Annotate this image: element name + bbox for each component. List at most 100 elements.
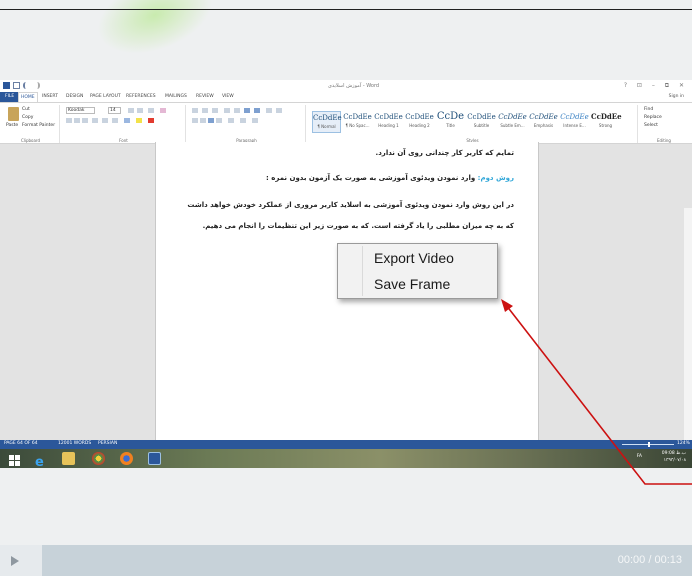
doc-line-4: که به چه میزان مطلبی را یاد گرفته است. ک… xyxy=(202,222,514,230)
text-effects-icon[interactable] xyxy=(124,118,130,123)
shrink-font-icon[interactable] xyxy=(137,108,143,113)
rtl-icon[interactable] xyxy=(254,108,260,113)
align-left-icon[interactable] xyxy=(192,118,198,123)
paste-button[interactable]: Paste xyxy=(6,123,18,128)
line-spacing-icon[interactable] xyxy=(228,118,234,123)
style-name: Emphasis xyxy=(533,123,554,128)
video-context-menu: Export Video Save Frame xyxy=(337,243,498,299)
increase-indent-icon[interactable] xyxy=(234,108,240,113)
style-title[interactable]: CcDe Title xyxy=(436,111,465,133)
save-icon[interactable] xyxy=(13,82,20,89)
windows-start-icon[interactable] xyxy=(8,452,21,466)
pilcrow-icon[interactable] xyxy=(276,108,282,113)
find-button[interactable]: Find xyxy=(644,107,653,112)
style-sample: CcDdEe xyxy=(343,113,372,121)
change-case-icon[interactable] xyxy=(148,108,154,113)
tab-page-layout[interactable]: PAGE LAYOUT xyxy=(88,92,123,102)
superscript-icon[interactable] xyxy=(112,118,118,123)
firefox-icon[interactable] xyxy=(120,452,133,465)
font-color-icon[interactable] xyxy=(148,118,154,123)
tray-time[interactable]: 09:08 ب.ظ xyxy=(662,451,686,456)
zoom-level[interactable]: 124% xyxy=(677,441,690,446)
tab-home[interactable]: HOME xyxy=(18,92,38,102)
grow-font-icon[interactable] xyxy=(128,108,134,113)
bullets-icon[interactable] xyxy=(192,108,198,113)
style-normal[interactable]: CcDdEe ¶ Normal xyxy=(312,111,342,133)
align-right-icon[interactable] xyxy=(208,118,214,123)
zoom-slider-thumb[interactable] xyxy=(648,442,650,447)
tab-file[interactable]: FILE xyxy=(0,92,20,102)
play-icon xyxy=(11,556,19,566)
strikethrough-icon[interactable] xyxy=(92,118,98,123)
font-name-select[interactable]: Koodak xyxy=(66,107,96,114)
file-explorer-icon[interactable] xyxy=(62,452,75,465)
chrome-icon[interactable] xyxy=(92,452,105,465)
internet-explorer-icon[interactable]: e xyxy=(34,452,47,468)
menu-item-save-frame[interactable]: Save Frame xyxy=(374,276,450,292)
cut-button[interactable]: Cut xyxy=(22,107,30,112)
numbering-icon[interactable] xyxy=(202,108,208,113)
tab-view[interactable]: VIEW xyxy=(220,92,236,102)
borders-icon[interactable] xyxy=(252,118,258,123)
redo-icon[interactable] xyxy=(33,82,40,89)
tab-review[interactable]: REVIEW xyxy=(194,92,216,102)
style-heading-1[interactable]: CcDdEe Heading 1 xyxy=(374,111,403,133)
decrease-indent-icon[interactable] xyxy=(224,108,230,113)
style-sample: CcDdEe xyxy=(498,113,527,121)
style-heading-2[interactable]: CcDdEe Heading 2 xyxy=(405,111,434,133)
windows-taskbar: e FA 09:08 ب.ظ ۱۳۹۳/۰۷/۰۸ xyxy=(0,449,692,468)
menu-item-export-video[interactable]: Export Video xyxy=(374,250,454,266)
ltr-icon[interactable] xyxy=(244,108,250,113)
align-center-icon[interactable] xyxy=(200,118,206,123)
tab-references[interactable]: REFERENCES xyxy=(124,92,158,102)
style-sample: CcDdEe xyxy=(529,113,558,121)
menu-icon-column-divider xyxy=(362,246,363,296)
play-button[interactable] xyxy=(0,545,42,576)
highlight-color-icon[interactable] xyxy=(136,118,142,123)
tray-date[interactable]: ۱۳۹۳/۰۷/۰۸ xyxy=(664,458,686,463)
style-emphasis[interactable]: CcDdEe Emphasis xyxy=(529,111,558,133)
font-size-select[interactable]: 14 xyxy=(108,107,121,114)
paste-icon[interactable] xyxy=(8,107,19,121)
style-subtle-emphasis[interactable]: CcDdEe Subtle Em... xyxy=(498,111,527,133)
style-no-spacing[interactable]: CcDdEe ¶ No Spac... xyxy=(343,111,372,133)
shading-icon[interactable] xyxy=(240,118,246,123)
tray-language[interactable]: FA xyxy=(637,454,642,459)
bold-icon[interactable] xyxy=(66,118,72,123)
multilevel-list-icon[interactable] xyxy=(212,108,218,113)
select-button[interactable]: Select xyxy=(644,123,658,128)
status-page[interactable]: PAGE 64 OF 64 xyxy=(4,441,38,446)
ribbon: Paste Cut Copy Format Painter Clipboard … xyxy=(0,102,692,144)
status-words[interactable]: 12001 WORDS xyxy=(58,441,91,446)
window-controls[interactable]: ? ⊡ – ⧉ ✕ xyxy=(624,82,688,90)
top-divider xyxy=(0,9,692,10)
copy-button[interactable]: Copy xyxy=(22,115,33,120)
style-strong[interactable]: CcDdEe Strong xyxy=(591,111,622,133)
style-subtitle[interactable]: CcDdEe Subtitle xyxy=(467,111,496,133)
replace-button[interactable]: Replace xyxy=(644,115,662,120)
vertical-scrollbar[interactable] xyxy=(684,208,692,468)
format-painter-button[interactable]: Format Painter xyxy=(22,123,55,128)
sign-in-link[interactable]: Sign in xyxy=(669,92,684,102)
word-logo-icon xyxy=(3,82,10,89)
justify-icon[interactable] xyxy=(216,118,222,123)
tab-mailings[interactable]: MAILINGS xyxy=(163,92,189,102)
video-timeline[interactable]: 00:00 / 00:13 xyxy=(42,545,692,576)
doc-line-3: در این روش وارد نمودن ویدئوی آموزشی به ا… xyxy=(187,201,514,209)
status-bar: PAGE 64 OF 64 12001 WORDS PERSIAN 124% xyxy=(0,440,692,449)
style-name: Subtle Em... xyxy=(500,123,525,128)
underline-icon[interactable] xyxy=(82,118,88,123)
status-language[interactable]: PERSIAN xyxy=(98,441,117,446)
subscript-icon[interactable] xyxy=(102,118,108,123)
tab-design[interactable]: DESIGN xyxy=(64,92,85,102)
word-taskbar-icon[interactable] xyxy=(148,452,161,465)
style-sample: CcDdEe xyxy=(467,113,496,121)
style-intense-emphasis[interactable]: CcDdEe Intense E... xyxy=(560,111,589,133)
style-name: Heading 2 xyxy=(409,123,430,128)
svg-text:e: e xyxy=(35,455,44,467)
tab-insert[interactable]: INSERT xyxy=(40,92,60,102)
sort-icon[interactable] xyxy=(266,108,272,113)
italic-icon[interactable] xyxy=(74,118,80,123)
undo-icon[interactable] xyxy=(23,82,30,89)
clear-format-icon[interactable] xyxy=(160,108,166,113)
